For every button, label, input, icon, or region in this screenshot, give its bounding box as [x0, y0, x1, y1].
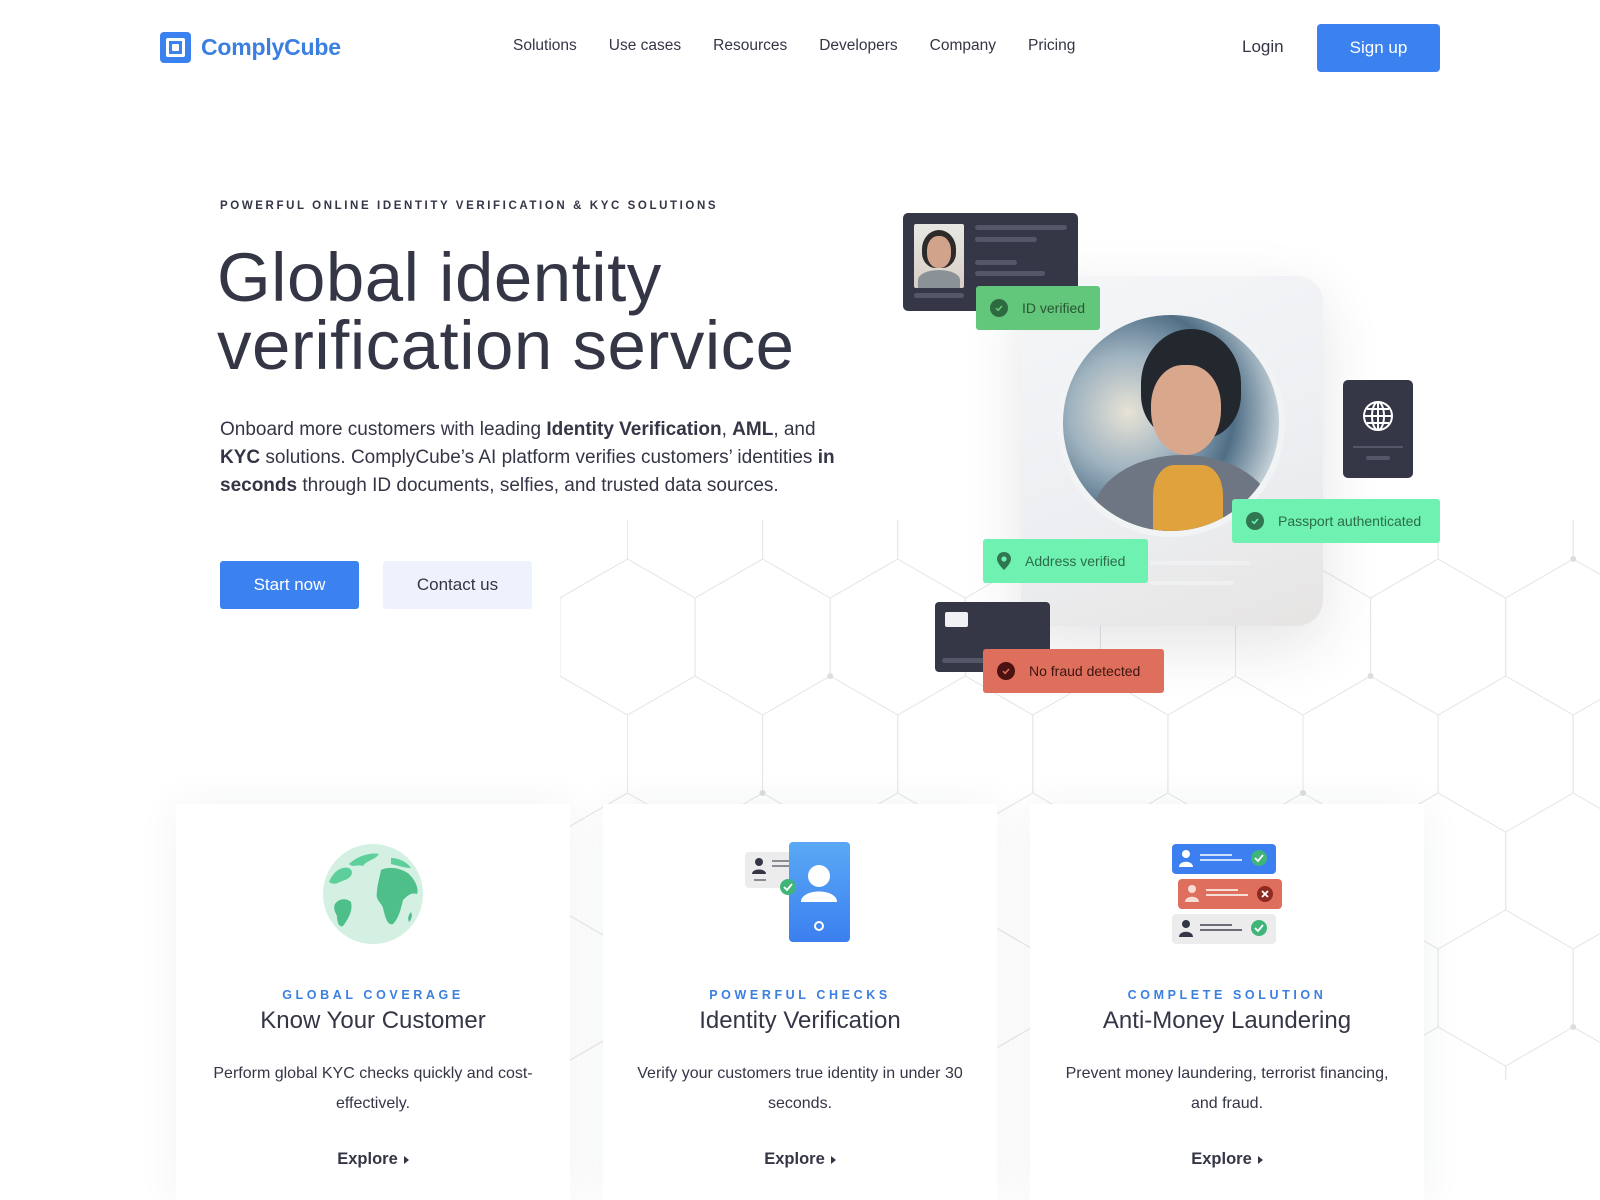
hero-title: Global identity verification service — [217, 243, 917, 380]
nav-company[interactable]: Company — [930, 37, 996, 55]
site-header: ComplyCube Solutions Use cases Resources… — [0, 0, 1600, 96]
hexagon-node — [759, 790, 766, 796]
no-fraud-detected-badge: No fraud detected — [983, 649, 1164, 693]
desc-bold-identity-verification: Identity Verification — [546, 419, 722, 440]
id-text-line — [975, 225, 1067, 230]
nav-use-cases[interactable]: Use cases — [609, 37, 681, 55]
caret-right-icon — [830, 1155, 836, 1164]
nav-resources[interactable]: Resources — [713, 37, 787, 55]
main-nav: Solutions Use cases Resources Developers… — [513, 37, 1107, 55]
hexagon-shape — [1437, 675, 1574, 833]
globe-icon — [323, 844, 423, 944]
feature-card-aml: COMPLETE SOLUTION Anti-Money Laundering … — [1030, 804, 1424, 1200]
portrait-face — [1151, 365, 1221, 455]
check-circle-icon — [1246, 512, 1264, 530]
card-eyebrow: COMPLETE SOLUTION — [1127, 988, 1327, 1002]
hexagon-shape — [1572, 520, 1600, 576]
desc-text: Onboard more customers with leading — [220, 419, 547, 440]
badge-label: No fraud detected — [1029, 663, 1141, 679]
signup-button[interactable]: Sign up — [1317, 24, 1440, 72]
card-description: Perform global KYC checks quickly and co… — [213, 1065, 533, 1112]
contact-us-button[interactable]: Contact us — [383, 561, 532, 609]
hero-title-line-1: Global identity — [217, 239, 662, 316]
frame-text-line — [1150, 561, 1250, 565]
id-text-line — [975, 271, 1045, 276]
globe-icon — [1363, 401, 1393, 431]
badge-label: ID verified — [1022, 300, 1086, 316]
id-verified-badge: ID verified — [976, 286, 1100, 330]
card-title: Identity Verification — [699, 1007, 901, 1034]
screening-list-icon — [1172, 844, 1282, 944]
desc-bold-aml: AML — [732, 419, 774, 440]
hero-description: Onboard more customers with leading Iden… — [220, 416, 840, 500]
desc-text: , and — [773, 419, 816, 440]
passport-icon — [1343, 380, 1413, 478]
passport-authenticated-badge: Passport authenticated — [1232, 499, 1440, 543]
hero-eyebrow: POWERFUL ONLINE IDENTITY VERIFICATION & … — [220, 200, 719, 212]
badge-label: Address verified — [1025, 553, 1126, 569]
desc-bold-kyc: KYC — [220, 447, 261, 468]
explore-label: Explore — [1191, 1150, 1252, 1168]
hexagon-node — [1367, 673, 1374, 679]
address-verified-badge: Address verified — [983, 539, 1148, 583]
hexagon-node — [1570, 556, 1577, 562]
hexagon-shape — [1572, 932, 1600, 1044]
explore-label: Explore — [337, 1150, 398, 1168]
hexagon-node — [1570, 1024, 1577, 1030]
start-now-button[interactable]: Start now — [220, 561, 359, 609]
desc-text: through ID documents, selfies, and trust… — [297, 475, 779, 496]
logo-cube-icon — [160, 32, 191, 63]
hexagon-shape — [1370, 558, 1507, 716]
portrait-sweater — [1153, 465, 1223, 531]
id-text-line — [975, 237, 1037, 242]
check-circle-icon — [990, 299, 1008, 317]
card-chip — [945, 612, 968, 627]
hexagon-node — [1300, 790, 1306, 796]
hexagon-shape — [1572, 698, 1600, 810]
card-description: Verify your customers true identity in u… — [637, 1065, 963, 1112]
hexagon-shape — [762, 520, 899, 599]
nav-pricing[interactable]: Pricing — [1028, 37, 1075, 55]
hexagon-shape — [1505, 792, 1600, 950]
explore-aml-link[interactable]: Explore — [1030, 1150, 1424, 1169]
hexagon-shape — [1437, 520, 1574, 599]
logo[interactable]: ComplyCube — [160, 32, 341, 63]
location-pin-icon — [997, 552, 1011, 570]
hexagon-shape — [560, 520, 628, 599]
card-description: Prevent money laundering, terrorist fina… — [1065, 1065, 1389, 1112]
explore-identity-verification-link[interactable]: Explore — [603, 1150, 997, 1169]
desc-text: , — [721, 419, 733, 440]
explore-kyc-link[interactable]: Explore — [176, 1150, 570, 1169]
frame-text-line — [1150, 581, 1234, 585]
card-title: Anti-Money Laundering — [1102, 1007, 1352, 1034]
hero-title-line-2: verification service — [217, 307, 795, 384]
login-link[interactable]: Login — [1242, 37, 1284, 57]
card-eyebrow: GLOBAL COVERAGE — [282, 988, 464, 1002]
logo-text: ComplyCube — [201, 34, 341, 60]
caret-right-icon — [1257, 1155, 1263, 1164]
phone-identity-icon — [745, 842, 850, 942]
badge-label: Passport authenticated — [1278, 513, 1422, 529]
feature-card-kyc: GLOBAL COVERAGE Know Your Customer Perfo… — [176, 804, 570, 1200]
feature-card-identity-verification: POWERFUL CHECKS Identity Verification Ve… — [603, 804, 997, 1200]
hexagon-shape — [1437, 909, 1574, 1067]
card-eyebrow: POWERFUL CHECKS — [709, 988, 891, 1002]
nav-solutions[interactable]: Solutions — [513, 37, 577, 55]
hexagon-shape — [560, 558, 696, 716]
desc-text: solutions. ComplyCube’s AI platform veri… — [260, 447, 818, 468]
card-title: Know Your Customer — [260, 1007, 486, 1034]
check-circle-icon — [997, 662, 1015, 680]
hexagon-shape — [1505, 558, 1600, 716]
hexagon-shape — [627, 520, 764, 599]
id-text-line — [914, 293, 964, 298]
id-text-line — [975, 260, 1017, 265]
id-photo — [914, 224, 964, 288]
hexagon-node — [827, 673, 834, 679]
nav-developers[interactable]: Developers — [819, 37, 897, 55]
caret-right-icon — [403, 1155, 409, 1164]
explore-label: Explore — [764, 1150, 825, 1168]
hexagon-shape — [1505, 1026, 1600, 1080]
hexagon-shape — [694, 558, 831, 716]
